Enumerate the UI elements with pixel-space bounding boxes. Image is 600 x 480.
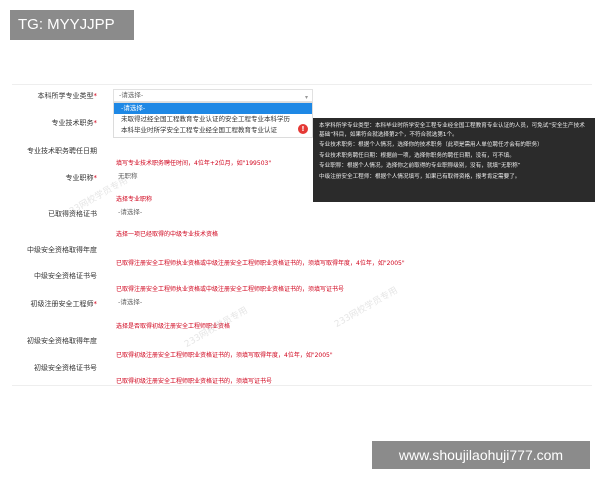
tech-position-label: 专业技术职务* (51, 119, 98, 127)
tooltip-line: 本学科所学专业类型：本科毕业时所学安全工程专业经全国工程教育专业认证的人员，可免… (319, 123, 585, 138)
appoint-date-hint: 填写专业技术职务聘任时间，4位年+2位月，如"199503" (116, 160, 272, 167)
title-hint: 选择专业职称 (116, 196, 153, 203)
junior-label: 初级注册安全工程师* (30, 300, 98, 308)
dropdown-option[interactable]: 本科毕业时所学安全工程专业经全国工程教育专业认证 (114, 125, 312, 136)
dropdown-option[interactable]: -请选择- (114, 103, 312, 114)
junior-year-label: 初级安全资格取得年度 (27, 337, 97, 345)
title-select[interactable]: 无职称 (113, 171, 243, 184)
tooltip-line: 专业技术职务聘任日期：根据前一项，选择你职务的聘任日期，没有，可不填。 (319, 152, 515, 159)
junior-select[interactable]: -请选择- (113, 297, 213, 310)
cert-hint: 选择一项已经取得的中级专业技术资格 (116, 231, 219, 238)
site-url-badge: www.shoujilaohuji777.com (372, 441, 590, 469)
info-icon[interactable]: ! (298, 124, 308, 134)
help-tooltip: 本学科所学专业类型：本科毕业时所学安全工程专业经全国工程教育专业认证的人员，可免… (313, 118, 595, 202)
junior-year-hint: 已取得初级注册安全工程师职业资格证书的，须填写取得年度，4位年，如"2005" (116, 352, 333, 359)
junior-no-label: 初级安全资格证书号 (34, 364, 97, 372)
major-type-label: 本科所学专业类型* (37, 92, 98, 100)
appoint-date-label: 专业技术职务聘任日期 (27, 147, 97, 155)
mid-no-hint: 已取得注册安全工程师执业资格或中级注册安全工程师职业资格证书的，须填写证书号 (116, 286, 345, 293)
cert-select[interactable]: -请选择- (113, 207, 243, 220)
mid-no-label: 中级安全资格证书号 (34, 272, 97, 280)
dropdown-option[interactable]: 未取得过经全国工程教育专业认证的安全工程专业本科学历 (114, 114, 312, 125)
tooltip-line: 中级注册安全工程师：根据个人情况填写，如果已有取得资格，报考肯定需要了。 (319, 173, 521, 180)
mid-year-hint: 已取得注册安全工程师执业资格或中级注册安全工程师职业资格证书的，须填写取得年度，… (116, 260, 405, 267)
telegram-badge: TG: MYYJJPP (10, 10, 134, 40)
junior-no-hint: 已取得初级注册安全工程师职业资格证书的，须填写证书号 (116, 378, 273, 385)
title-label: 专业职称* (65, 174, 98, 182)
tooltip-line: 专业技术职务：根据个人情况，选择你的技术职务（此项是需用人单位聘任才会有的职务） (319, 142, 543, 148)
major-type-select[interactable]: -请选择- ▾ (113, 89, 313, 102)
tooltip-line: 专业职称：根据个人情况，选择你之前取得的专业职称级别，没有，就填“无职称” (319, 163, 521, 169)
major-type-dropdown[interactable]: -请选择- 未取得过经全国工程教育专业认证的安全工程专业本科学历 本科毕业时所学… (113, 102, 313, 138)
mid-year-label: 中级安全资格取得年度 (27, 246, 97, 254)
